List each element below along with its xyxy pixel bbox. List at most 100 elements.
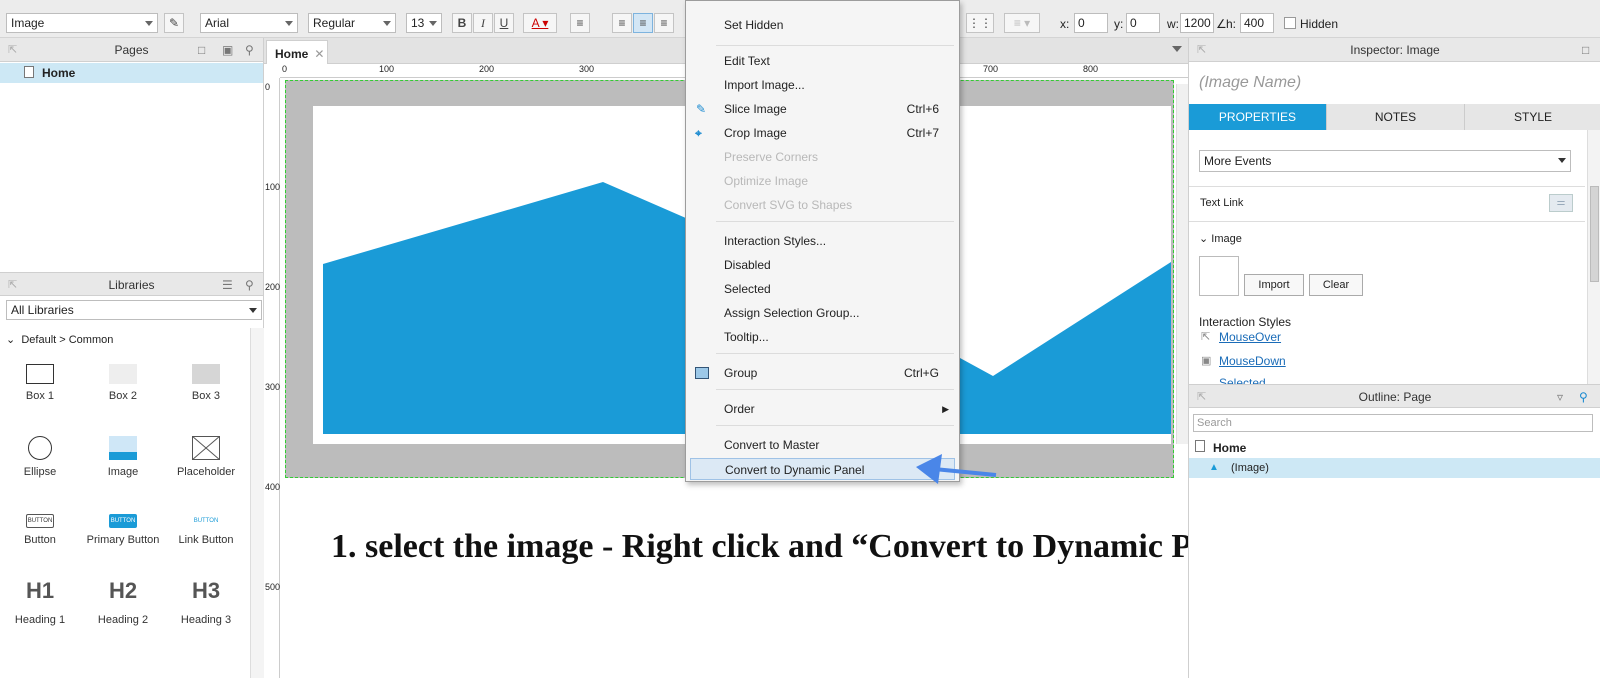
library-item-box1[interactable]: Box 1 — [0, 364, 80, 402]
pin-icon[interactable]: ⇱ — [1197, 385, 1206, 409]
arrow-style-icon[interactable]: ≡ ▾ — [1004, 13, 1040, 33]
link-icon[interactable]: ⚌ — [1549, 194, 1573, 212]
h-label: h: — [1226, 17, 1237, 31]
canvas-scrollbar[interactable] — [1176, 84, 1188, 444]
y-input[interactable]: 0 — [1126, 13, 1160, 33]
inspector-scrollbar[interactable] — [1587, 130, 1600, 384]
menu-item-group[interactable]: Group Ctrl+G — [686, 362, 959, 384]
pin-icon[interactable]: ⇱ — [1197, 38, 1206, 62]
font-family-dropdown[interactable]: Arial — [200, 13, 298, 33]
align-right-icon[interactable]: ≡ — [654, 13, 674, 33]
tab-style[interactable]: STYLE — [1464, 104, 1600, 130]
outline-page-label[interactable]: Home — [1213, 441, 1246, 455]
slice-icon: ✎ — [696, 102, 707, 116]
library-group-header[interactable]: ⌄ Default > Common — [6, 333, 113, 346]
bold-button[interactable]: B — [452, 13, 472, 33]
library-item-placeholder[interactable]: Placeholder — [166, 435, 246, 478]
italic-button[interactable]: I — [473, 13, 493, 33]
pin-icon[interactable]: ⇱ — [8, 273, 17, 297]
menu-item-tooltip[interactable]: Tooltip... — [686, 326, 959, 348]
tab-home[interactable]: Home ✕ — [266, 40, 328, 64]
align-left-icon[interactable]: ≡ — [612, 13, 632, 33]
menu-icon[interactable]: ☰ — [222, 273, 233, 297]
inspector-header: ⇱ Inspector: Image □ — [1189, 38, 1600, 62]
library-scrollbar[interactable] — [250, 328, 264, 678]
context-menu: Set Hidden Edit Text Import Image... ✎ Sl… — [685, 0, 960, 482]
menu-item-import-image[interactable]: Import Image... — [686, 74, 959, 96]
image-icon — [109, 436, 137, 460]
close-icon[interactable]: ✕ — [314, 47, 324, 61]
image-name-input[interactable]: (Image Name) — [1199, 74, 1301, 92]
ruler-label: 100 — [265, 182, 281, 192]
menu-item-set-hidden[interactable]: Set Hidden — [686, 14, 959, 36]
menu-item-order[interactable]: Order ▶ — [686, 398, 959, 420]
menu-item-selected[interactable]: Selected — [686, 278, 959, 300]
filter-icon[interactable]: ▿ — [1557, 385, 1563, 409]
menu-item-crop-image[interactable]: ⌖ Crop Image Ctrl+7 — [686, 122, 959, 144]
ruler-label: 700 — [983, 64, 999, 74]
font-size-dropdown[interactable]: 13 — [406, 13, 442, 33]
tab-menu-icon[interactable] — [1172, 46, 1182, 52]
format-painter-icon[interactable]: ✎ — [164, 13, 184, 33]
ruler-label: 300 — [265, 382, 281, 392]
library-item-image[interactable]: Image — [83, 436, 163, 478]
library-item-link-button[interactable]: BUTTON Link Button — [166, 514, 246, 546]
widget-type-dropdown[interactable]: Image — [6, 13, 158, 33]
tab-notes[interactable]: NOTES — [1326, 104, 1464, 130]
search-icon[interactable]: ⚲ — [1579, 385, 1588, 409]
link-button-icon-text: BUTTON — [193, 518, 219, 524]
library-item-box2[interactable]: Box 2 — [83, 364, 163, 402]
font-style-dropdown[interactable]: Regular — [308, 13, 396, 33]
page-icon — [1195, 440, 1205, 452]
font-color-button[interactable]: A ▾ — [523, 13, 557, 33]
width-input[interactable]: 1200 — [1180, 13, 1214, 33]
mouseover-link[interactable]: MouseOver — [1219, 330, 1281, 344]
clear-button[interactable]: Clear — [1309, 274, 1363, 296]
add-page-icon[interactable]: □ — [198, 38, 205, 62]
height-input[interactable]: 400 — [1240, 13, 1274, 33]
hidden-checkbox[interactable] — [1284, 17, 1296, 29]
menu-item-slice-image[interactable]: ✎ Slice Image Ctrl+6 — [686, 98, 959, 120]
notes-page-icon[interactable]: □ — [1582, 38, 1589, 62]
bullet-list-icon[interactable]: ≡ — [570, 13, 590, 33]
more-events-select[interactable]: More Events — [1199, 150, 1571, 172]
font-style-value: Regular — [313, 16, 356, 30]
image-section-header[interactable]: ⌄ Image — [1199, 232, 1242, 245]
library-item-button[interactable]: BUTTON Button — [0, 514, 80, 546]
import-button[interactable]: Import — [1244, 274, 1304, 296]
outline-item-image[interactable]: ▲ (Image) — [1189, 458, 1600, 478]
menu-separator — [716, 221, 954, 222]
image-icon: ▲ — [1209, 462, 1219, 473]
menu-item-assign-selection-group[interactable]: Assign Selection Group... — [686, 302, 959, 324]
library-item-ellipse[interactable]: Ellipse — [0, 436, 80, 478]
library-item-heading3[interactable]: H3 Heading 3 — [166, 578, 246, 626]
ruler-label: 0 — [265, 82, 271, 92]
menu-item-disabled[interactable]: Disabled — [686, 254, 959, 276]
outline-search-input[interactable]: Search — [1193, 414, 1593, 432]
x-input[interactable]: 0 — [1074, 13, 1108, 33]
menu-item-interaction-styles[interactable]: Interaction Styles... — [686, 230, 959, 252]
library-item-label: Heading 1 — [14, 614, 66, 626]
library-item-heading1[interactable]: H1 Heading 1 — [0, 578, 80, 626]
selected-link[interactable]: Selected — [1219, 376, 1266, 384]
library-item-box3[interactable]: Box 3 — [166, 364, 246, 402]
page-item-home[interactable]: Home — [0, 63, 263, 83]
menu-item-edit-text[interactable]: Edit Text — [686, 50, 959, 72]
add-folder-icon[interactable]: ▣ — [222, 38, 233, 62]
underline-button[interactable]: U — [494, 13, 514, 33]
line-style-icon[interactable]: ⋮⋮ — [966, 13, 994, 33]
search-icon[interactable]: ⚲ — [245, 38, 254, 62]
library-item-heading2[interactable]: H2 Heading 2 — [83, 578, 163, 626]
menu-item-label: Import Image... — [724, 78, 805, 92]
pages-title: Pages — [114, 43, 149, 57]
search-icon[interactable]: ⚲ — [245, 273, 254, 297]
library-select[interactable]: All Libraries — [6, 300, 262, 320]
instruction-text: 1. select the image - Right click and “C… — [331, 528, 1270, 565]
pin-icon[interactable]: ⇱ — [8, 38, 17, 62]
mousedown-link[interactable]: MouseDown — [1219, 354, 1286, 368]
align-center-icon[interactable]: ≡ — [633, 13, 653, 33]
ruler-label: 800 — [1083, 64, 1099, 74]
heading3-icon: H3 — [166, 578, 246, 608]
tab-properties[interactable]: PROPERTIES — [1189, 104, 1326, 130]
library-item-primary-button[interactable]: BUTTON Primary Button — [83, 514, 163, 546]
